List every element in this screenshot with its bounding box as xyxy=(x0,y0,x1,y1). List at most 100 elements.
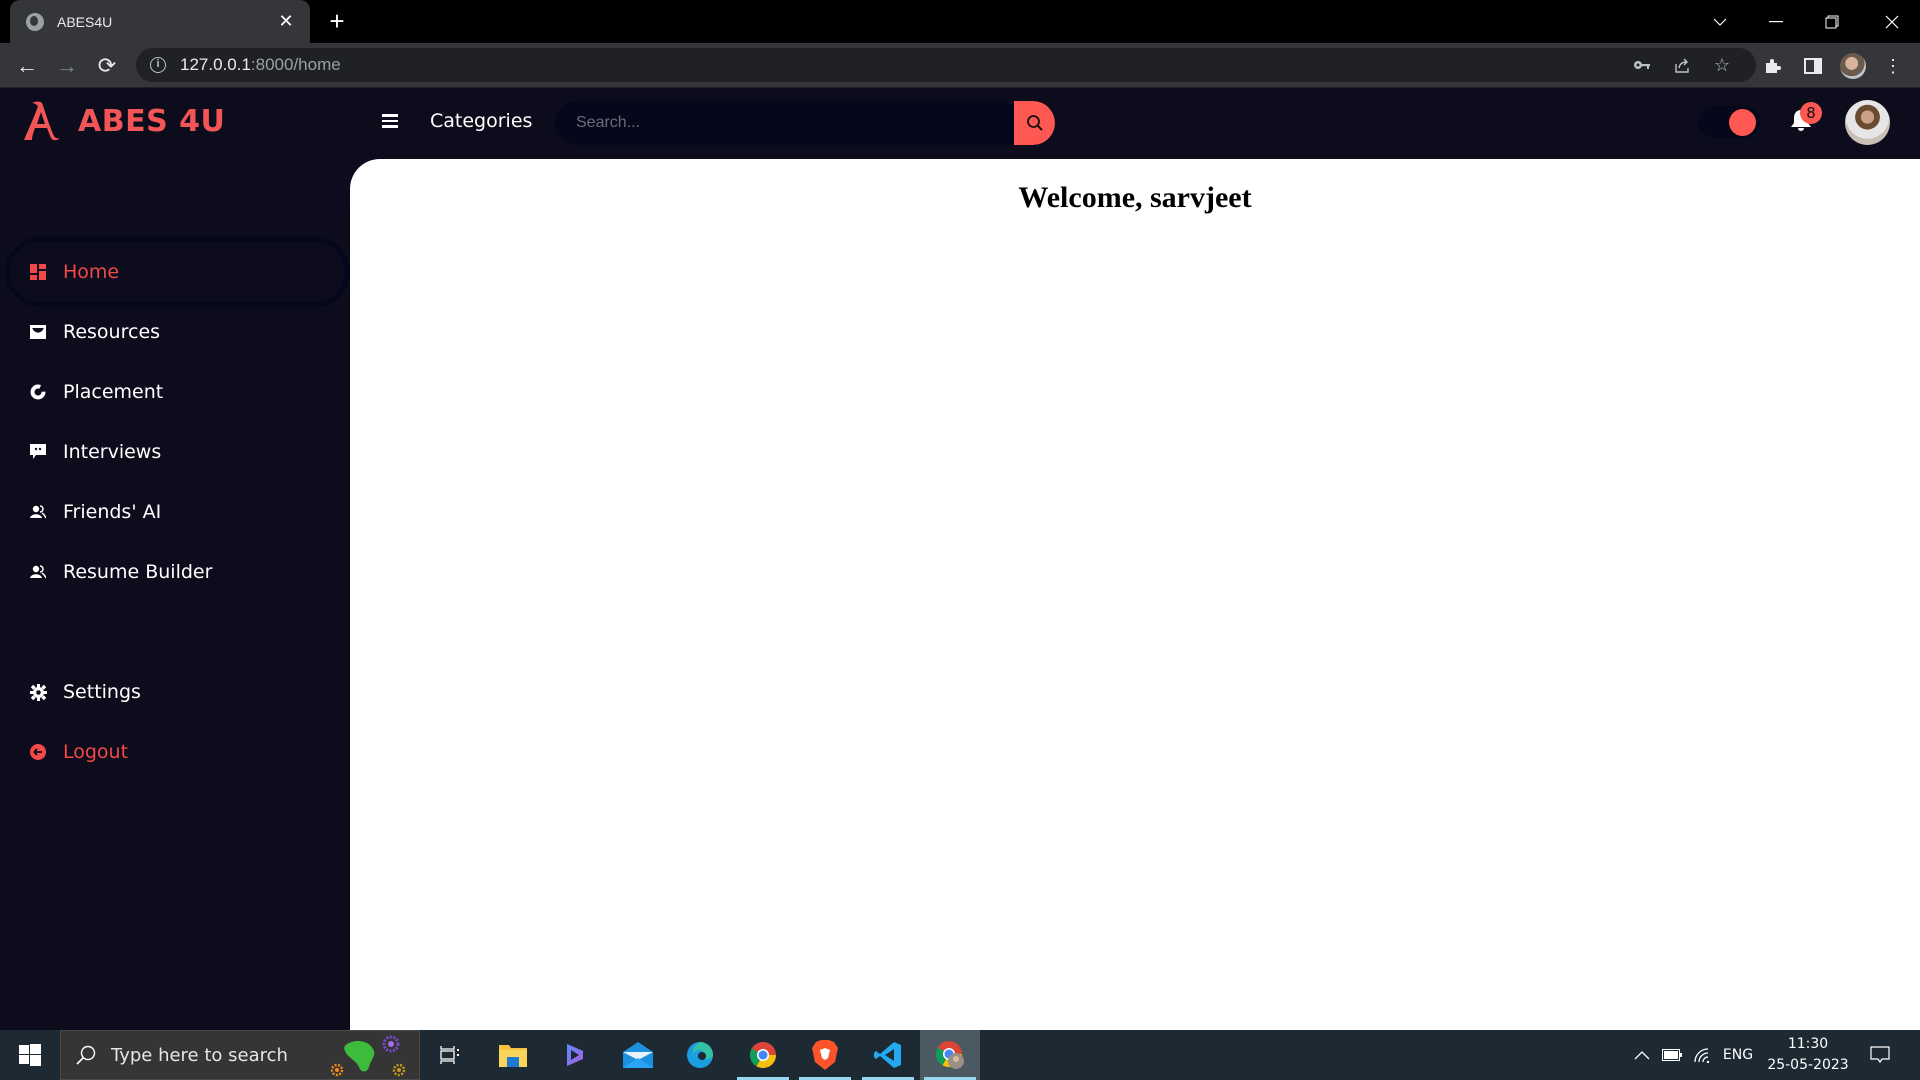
tab-title: ABES4U xyxy=(57,13,113,30)
user-avatar[interactable] xyxy=(1845,100,1890,145)
taskbar-search[interactable]: Type here to search xyxy=(60,1030,420,1080)
sidebar-item-label: Interviews xyxy=(63,441,162,463)
show-hidden-icons-button[interactable] xyxy=(1630,1030,1654,1080)
clock-date: 25-05-2023 xyxy=(1767,1057,1849,1073)
abes-logo-icon xyxy=(24,101,60,141)
sidebar-item-logout[interactable]: Logout xyxy=(10,722,345,782)
sidebar-item-label: Placement xyxy=(63,381,164,403)
sidebar-item-label: Friends' AI xyxy=(63,501,162,523)
dashboard-icon xyxy=(28,262,48,282)
copilot-icon xyxy=(567,1044,583,1066)
clock-time: 11:30 xyxy=(1787,1036,1829,1052)
brand-name: ABES 4U xyxy=(78,103,226,139)
sidebar-item-placement[interactable]: Placement xyxy=(10,362,345,422)
taskbar-chrome-profile[interactable] xyxy=(920,1030,980,1080)
restore-button[interactable] xyxy=(1804,0,1860,43)
pie-chart-icon xyxy=(28,382,48,402)
notification-center-icon xyxy=(1870,1046,1890,1064)
taskbar-search-placeholder: Type here to search xyxy=(111,1044,288,1066)
clock[interactable]: 11:30 25-05-2023 xyxy=(1758,1034,1858,1076)
edge-icon xyxy=(687,1042,713,1068)
sidebar-item-label: Logout xyxy=(63,741,129,763)
network-button[interactable] xyxy=(1690,1030,1716,1080)
language-indicator[interactable]: ENG xyxy=(1718,1030,1758,1080)
taskbar-edge[interactable] xyxy=(670,1030,730,1080)
action-center-button[interactable] xyxy=(1862,1030,1898,1080)
wifi-icon xyxy=(1694,1048,1710,1063)
search-icon xyxy=(1026,115,1043,131)
close-tab-icon[interactable]: ✕ xyxy=(274,11,298,32)
taskbar-mail[interactable] xyxy=(608,1030,668,1080)
taskbar-chrome[interactable] xyxy=(733,1030,793,1080)
browser-tab[interactable]: ABES4U ✕ xyxy=(10,0,310,43)
users-icon xyxy=(28,562,48,582)
users-icon xyxy=(28,502,48,522)
side-panel-icon[interactable] xyxy=(1798,51,1828,81)
battery-icon xyxy=(1662,1049,1682,1061)
share-icon[interactable] xyxy=(1666,48,1698,82)
app-header: ABES 4U Categories 8 xyxy=(0,88,1920,158)
tab-search-icon[interactable] xyxy=(1692,0,1748,43)
search-bar xyxy=(555,101,1055,145)
taskbar-copilot[interactable] xyxy=(545,1030,605,1080)
sidebar-item-friends-ai[interactable]: Friends' AI xyxy=(10,482,345,542)
reload-button[interactable]: ⟳ xyxy=(92,51,122,81)
folder-icon xyxy=(499,1045,527,1067)
extensions-icon[interactable] xyxy=(1758,51,1788,81)
minimize-button[interactable] xyxy=(1748,0,1804,43)
globe-icon xyxy=(26,12,44,31)
task-view-icon xyxy=(440,1046,459,1064)
search-icon xyxy=(76,1045,96,1065)
new-tab-button[interactable]: + xyxy=(322,6,352,36)
brand-logo[interactable]: ABES 4U xyxy=(20,100,225,142)
mail-icon xyxy=(623,1042,653,1068)
menu-icon[interactable] xyxy=(382,114,398,128)
search-highlight-icon xyxy=(330,1035,406,1077)
logout-icon xyxy=(28,742,48,762)
sidebar-item-settings[interactable]: Settings xyxy=(10,662,345,722)
browser-titlebar: ABES4U ✕ + xyxy=(0,0,1920,43)
sidebar-item-resources[interactable]: Resources xyxy=(10,302,345,362)
chevron-up-icon xyxy=(1634,1051,1650,1060)
browser-menu-icon[interactable]: ⋮ xyxy=(1878,51,1908,81)
bookmark-star-icon[interactable]: ☆ xyxy=(1706,48,1738,82)
taskbar: Type here to search ENG 11:30 25-05-2023 xyxy=(0,1030,1920,1080)
sidebar-top-curve xyxy=(0,158,345,235)
toggle-knob xyxy=(1729,109,1756,136)
sidebar-item-label: Resume Builder xyxy=(63,561,213,583)
sidebar-item-resume-builder[interactable]: Resume Builder xyxy=(10,542,345,602)
address-bar[interactable]: i 127.0.0.1:8000/home ☆ xyxy=(136,48,1756,82)
categories-button[interactable]: Categories xyxy=(430,110,532,132)
notification-count-badge: 8 xyxy=(1800,102,1822,124)
sidebar-item-label: Resources xyxy=(63,321,161,343)
sidebar: Home Resources Placement Interviews Frie… xyxy=(0,158,350,1030)
taskbar-brave[interactable] xyxy=(795,1030,855,1080)
app-root: ABES 4U Categories 8 Home xyxy=(0,88,1920,1030)
theme-toggle[interactable] xyxy=(1698,106,1760,138)
task-view-button[interactable] xyxy=(420,1030,480,1080)
taskbar-vscode[interactable] xyxy=(858,1030,918,1080)
main-content: Welcome, sarvjeet xyxy=(350,159,1920,1030)
profile-avatar[interactable] xyxy=(1838,51,1868,81)
brave-icon xyxy=(812,1040,838,1070)
search-button[interactable] xyxy=(1014,101,1055,145)
gear-icon xyxy=(28,682,48,702)
search-input[interactable] xyxy=(555,101,1014,145)
welcome-heading: Welcome, sarvjeet xyxy=(1018,181,1252,214)
browser-toolbar: ← → ⟳ i 127.0.0.1:8000/home ☆ ⋮ xyxy=(0,43,1920,88)
start-button[interactable] xyxy=(0,1030,60,1080)
key-icon[interactable] xyxy=(1626,48,1658,82)
site-info-icon[interactable]: i xyxy=(150,57,166,73)
back-button[interactable]: ← xyxy=(12,51,42,81)
url-host: 127.0.0.1 xyxy=(180,55,251,74)
inbox-icon xyxy=(28,322,48,342)
sidebar-item-label: Home xyxy=(63,261,120,283)
battery-button[interactable] xyxy=(1660,1030,1684,1080)
vscode-icon xyxy=(874,1042,901,1068)
sidebar-item-label: Settings xyxy=(63,681,141,703)
forward-button[interactable]: → xyxy=(52,51,82,81)
taskbar-file-explorer[interactable] xyxy=(483,1030,543,1080)
sidebar-item-home[interactable]: Home xyxy=(10,242,345,302)
sidebar-item-interviews[interactable]: Interviews xyxy=(10,422,345,482)
close-window-button[interactable] xyxy=(1864,0,1920,43)
